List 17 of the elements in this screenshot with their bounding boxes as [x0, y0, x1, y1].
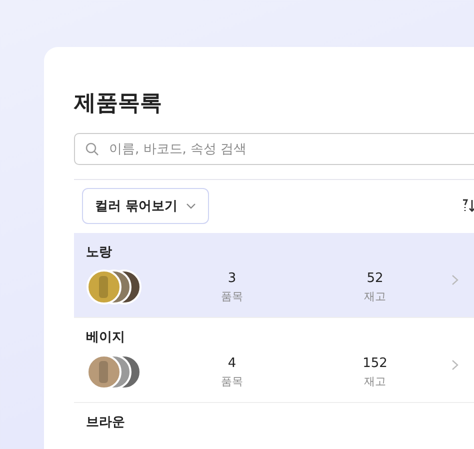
group-dropdown[interactable]: 컬러 묶어보기 [82, 188, 209, 224]
color-group-row[interactable]: 베이지 4 품목 152 재고 [74, 318, 474, 403]
stock-count-label: 재고 [364, 288, 386, 304]
group-name: 브라운 [86, 414, 126, 431]
search-field[interactable]: 이름, 바코드, 속성 검색 [74, 133, 474, 165]
stock-count: 152 [362, 356, 388, 370]
item-count: 3 [228, 270, 236, 286]
color-group-row[interactable]: 노랑 3 품목 52 재고 [74, 233, 474, 318]
item-count-label: 품목 [221, 374, 243, 388]
stock-count: 52 [366, 270, 384, 286]
group-name: 노랑 [86, 244, 113, 261]
page-title: 제품목록 [74, 90, 163, 118]
color-group-row[interactable]: 브라운 [74, 403, 474, 449]
group-name: 베이지 [86, 329, 126, 346]
item-count-label: 품목 [221, 288, 243, 304]
item-count: 4 [228, 356, 236, 370]
stock-count-label: 재고 [364, 374, 386, 388]
